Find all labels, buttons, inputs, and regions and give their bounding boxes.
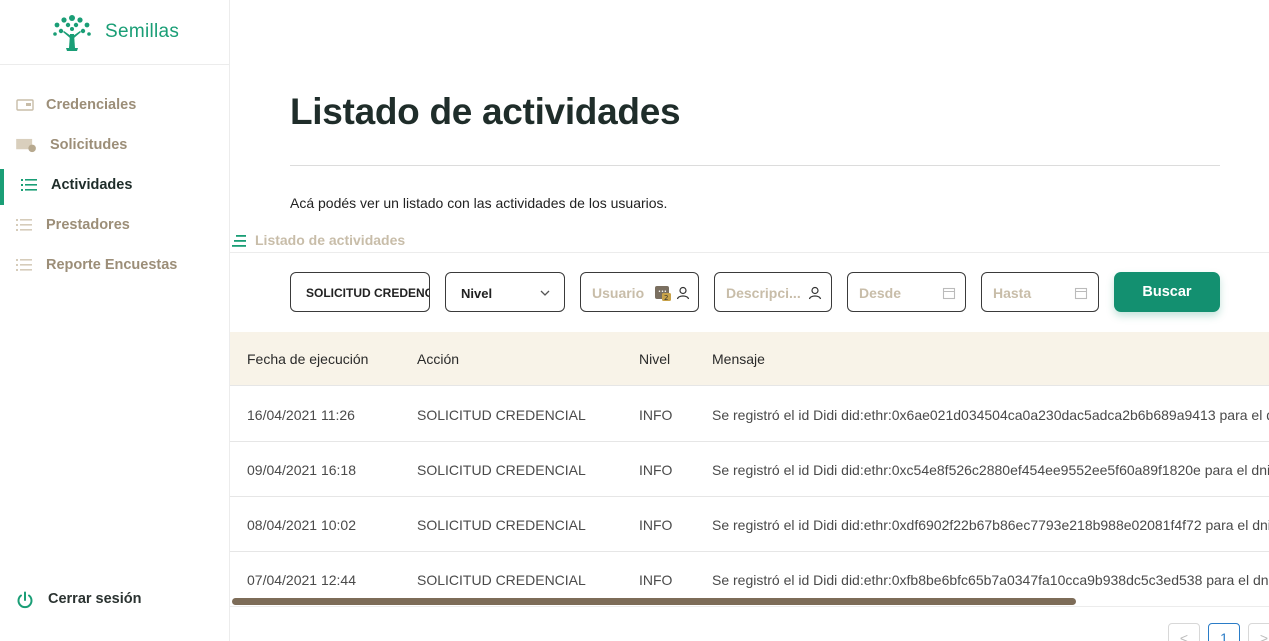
sidebar-item-prestadores[interactable]: Prestadores: [0, 205, 229, 245]
sidebar-item-label: Reporte Encuestas: [46, 257, 178, 273]
column-header[interactable]: Fecha de ejecución: [247, 351, 368, 367]
sidebar: Semillas Credenciales Solicitudes Activi…: [0, 0, 230, 641]
logout-label: Cerrar sesión: [48, 591, 142, 607]
brand[interactable]: Semillas: [0, 0, 229, 65]
next-page-button[interactable]: >: [1248, 623, 1269, 641]
sidebar-item-label: Actividades: [51, 177, 133, 193]
table-row[interactable]: 09/04/2021 16:18 SOLICITUD CREDENCIAL IN…: [230, 442, 1269, 497]
sidebar-item-solicitudes[interactable]: Solicitudes: [0, 125, 229, 165]
cell-action: SOLICITUD CREDENCIAL: [417, 517, 586, 533]
cell-action: SOLICITUD CREDENCIAL: [417, 572, 586, 588]
cell-message: Se registró el id Didi did:ethr:0xc54e8f…: [712, 462, 1269, 478]
cell-level: INFO: [639, 462, 673, 478]
divider: [290, 165, 1220, 166]
table-header: Fecha de ejecución Acción Nivel Mensaje: [230, 332, 1269, 386]
date-from-input[interactable]: Desde: [847, 272, 966, 312]
action-filter[interactable]: SOLICITUD CREDENCIAL: [290, 272, 430, 312]
action-filter-value: SOLICITUD CREDENCIAL: [306, 286, 429, 300]
cell-level: INFO: [639, 407, 673, 423]
description-input-placeholder: Descripci...: [726, 285, 801, 301]
sidebar-item-reporte-encuestas[interactable]: Reporte Encuestas: [0, 245, 229, 285]
date-to-input[interactable]: Hasta: [981, 272, 1099, 312]
sidebar-item-credenciales[interactable]: Credenciales: [0, 85, 229, 125]
level-select-value: Nivel: [461, 286, 493, 301]
list-icon: [232, 235, 246, 247]
section-header: Listado de actividades: [230, 231, 1269, 253]
user-icon: [808, 286, 822, 300]
search-button[interactable]: Buscar: [1114, 272, 1220, 312]
date-from-placeholder: Desde: [859, 285, 902, 301]
table-row[interactable]: 08/04/2021 10:02 SOLICITUD CREDENCIAL IN…: [230, 497, 1269, 552]
cell-date: 16/04/2021 11:26: [247, 407, 355, 423]
sidebar-item-label: Solicitudes: [50, 137, 128, 153]
sidebar-item-actividades[interactable]: Actividades: [0, 165, 229, 205]
page-title: Listado de actividades: [290, 91, 681, 132]
column-header[interactable]: Acción: [417, 351, 459, 367]
card-icon: [16, 99, 34, 111]
column-header[interactable]: Nivel: [639, 351, 670, 367]
list-icon: [21, 179, 37, 191]
folder-icon: [16, 138, 36, 153]
user-input[interactable]: Usuario ••• 2: [580, 272, 699, 312]
calendar-icon: [942, 287, 956, 300]
cell-message: Se registró el id Didi did:ethr:0x6ae021…: [712, 407, 1269, 423]
tree-logo-icon: [53, 15, 91, 51]
divider: [230, 606, 1269, 607]
user-input-placeholder: Usuario: [592, 285, 645, 301]
section-label: Listado de actividades: [255, 232, 406, 248]
cell-level: INFO: [639, 517, 673, 533]
cell-date: 08/04/2021 10:02: [247, 517, 356, 533]
cell-date: 07/04/2021 12:44: [247, 572, 356, 588]
page-1-button[interactable]: 1: [1208, 623, 1240, 641]
sidebar-item-label: Prestadores: [46, 217, 130, 233]
list-icon: [16, 219, 32, 231]
description-input[interactable]: Descripci...: [714, 272, 832, 312]
sidebar-item-label: Credenciales: [46, 97, 137, 113]
power-icon: [17, 591, 33, 609]
date-to-placeholder: Hasta: [993, 285, 1032, 301]
page-subtitle: Acá podés ver un listado con las activid…: [290, 195, 668, 211]
cell-message: Se registró el id Didi did:ethr:0xdf6902…: [712, 517, 1269, 533]
cell-action: SOLICITUD CREDENCIAL: [417, 462, 586, 478]
svg-text:2: 2: [664, 294, 668, 302]
cell-action: SOLICITUD CREDENCIAL: [417, 407, 586, 423]
user-icon: [676, 286, 690, 300]
prev-page-button[interactable]: <: [1168, 623, 1200, 641]
brand-name: Semillas: [105, 21, 180, 42]
list-icon: [16, 259, 32, 271]
calendar-icon: [1074, 287, 1088, 300]
level-select[interactable]: Nivel: [445, 272, 565, 312]
cell-message: Se registró el id Didi did:ethr:0xfb8be6…: [712, 572, 1269, 588]
horizontal-scrollbar[interactable]: [232, 598, 1076, 605]
column-header[interactable]: Mensaje: [712, 351, 765, 367]
cell-date: 09/04/2021 16:18: [247, 462, 356, 478]
password-badge-icon: ••• 2: [655, 286, 671, 302]
logout-button[interactable]: Cerrar sesión: [0, 583, 229, 615]
activities-table: Fecha de ejecución Acción Nivel Mensaje …: [230, 332, 1269, 608]
table-row[interactable]: 16/04/2021 11:26 SOLICITUD CREDENCIAL IN…: [230, 387, 1269, 442]
cell-level: INFO: [639, 572, 673, 588]
chevron-down-icon: [540, 290, 550, 296]
